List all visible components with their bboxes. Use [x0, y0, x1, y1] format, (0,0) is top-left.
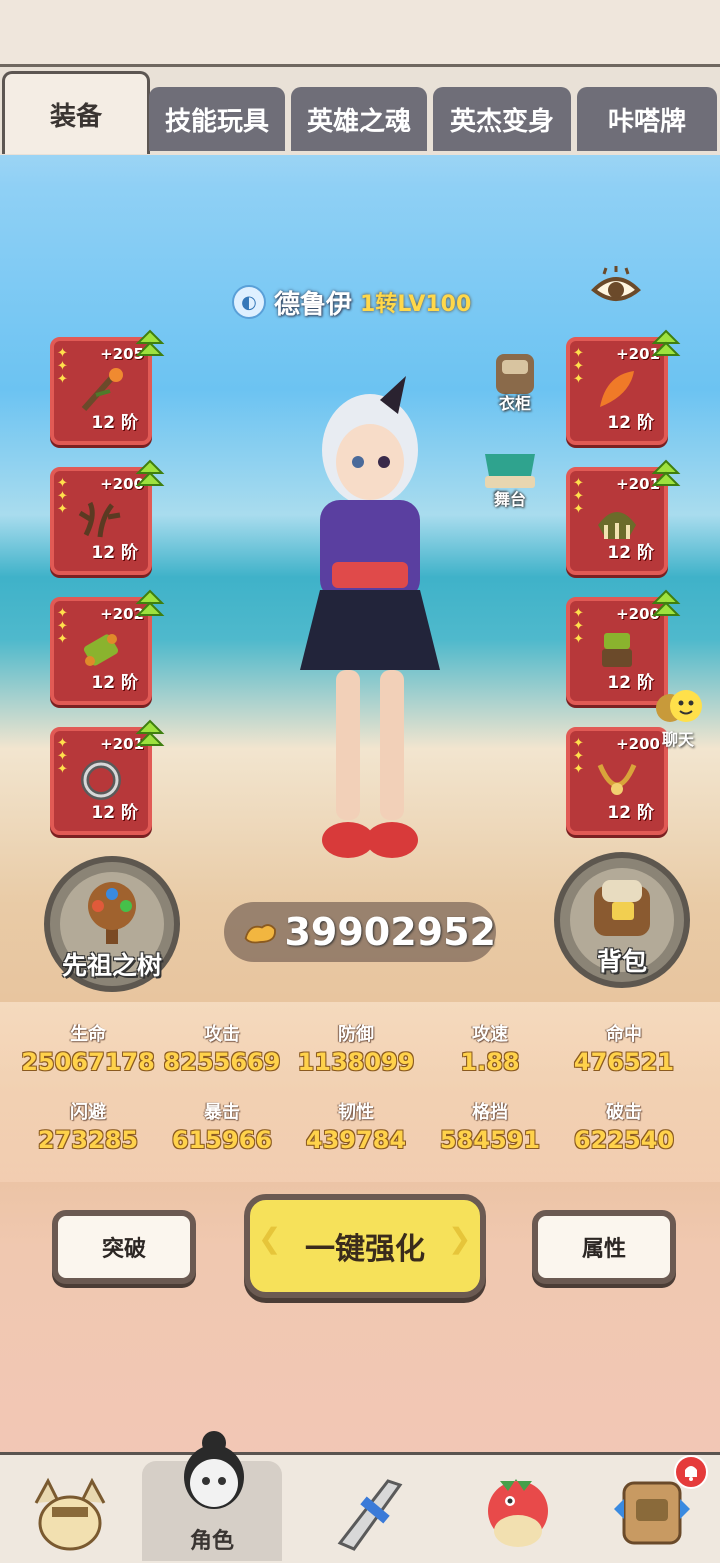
- upgrade-arrow-icon: [651, 589, 681, 616]
- tier-label: 12 阶: [607, 543, 654, 563]
- notification-badge-icon: [674, 1455, 708, 1489]
- tab-equipment[interactable]: 装备: [2, 71, 150, 154]
- stat-hp: 生命 25067178: [21, 1024, 155, 1076]
- tier-label: 12 阶: [607, 673, 654, 693]
- dino-icon: [488, 1479, 548, 1547]
- top-strip: [0, 0, 720, 64]
- nav-weapon[interactable]: [292, 1461, 432, 1561]
- stat-break: 破击 622540: [573, 1102, 675, 1154]
- wardrobe-button[interactable]: 衣柜: [480, 350, 550, 413]
- stage-label: 舞台: [493, 490, 526, 509]
- left-ornament-icon: ❮: [258, 1222, 282, 1255]
- equipment-slot-hat[interactable]: ✦ ✦ ✦ +201 12 阶: [566, 459, 681, 575]
- backpack-icon: [594, 880, 650, 936]
- stat-dodge: 闪避 273285: [37, 1102, 139, 1154]
- wardrobe-label: 衣柜: [498, 394, 531, 413]
- bell-icon: [685, 1466, 697, 1481]
- character-name: 德鲁伊: [274, 289, 353, 320]
- stat-attack: 攻击 8255669: [163, 1024, 281, 1076]
- star-rank: ✦ ✦ ✦: [57, 606, 68, 647]
- tab-skill-toys[interactable]: 技能玩具: [149, 87, 285, 151]
- attributes-button[interactable]: 属性: [532, 1210, 676, 1284]
- stat-accuracy: 命中 476521: [573, 1024, 675, 1076]
- chat-button[interactable]: 聊天: [650, 686, 706, 750]
- tier-label: 12 阶: [607, 413, 654, 433]
- equipment-slot-head[interactable]: ✦ ✦ ✦ +200 12 阶: [50, 459, 165, 575]
- character-avatar[interactable]: [280, 370, 460, 880]
- breakthrough-button[interactable]: 突破: [52, 1210, 196, 1284]
- upgrade-arrow-icon: [135, 459, 165, 486]
- backpack-label: 背包: [596, 947, 647, 976]
- backpack-button[interactable]: 背包: [554, 852, 690, 988]
- one-click-enhance-label: 一键强化: [305, 1232, 425, 1267]
- star-rank: ✦ ✦ ✦: [573, 736, 584, 777]
- combat-power: 39902952: [224, 902, 496, 962]
- upgrade-arrow-icon: [135, 329, 165, 356]
- upgrade-arrow-icon: [651, 459, 681, 486]
- tier-label: 12 阶: [607, 803, 654, 823]
- tree-icon: [88, 882, 136, 944]
- druid-class-icon: ◐: [232, 285, 266, 319]
- nav-character[interactable]: 角色: [142, 1431, 282, 1561]
- tab-card[interactable]: 咔嗒牌: [577, 87, 717, 151]
- character-title: ◐ 德鲁伊 1转LV100: [232, 284, 471, 320]
- equipment-slot-bracer[interactable]: ✦ ✦ ✦ +202 12 阶: [50, 589, 165, 705]
- tier-label: 12 阶: [91, 543, 138, 563]
- ancestor-tree-label: 先祖之树: [61, 951, 162, 980]
- star-rank: ✦ ✦ ✦: [57, 736, 68, 777]
- star-rank: ✦ ✦ ✦: [573, 476, 584, 517]
- combat-power-value: 39902952: [284, 910, 496, 954]
- tier-label: 12 阶: [91, 673, 138, 693]
- stage-button[interactable]: 舞台: [475, 446, 545, 509]
- eye-icon[interactable]: [590, 266, 642, 308]
- nav-totem[interactable]: [588, 1455, 720, 1561]
- beast-icon: [34, 1477, 106, 1551]
- equipment-slot-cape[interactable]: ✦ ✦ ✦ +201 12 阶: [566, 329, 681, 445]
- muscle-icon: [244, 924, 276, 944]
- chat-label: 聊天: [661, 730, 694, 749]
- upgrade-arrow-icon: [651, 329, 681, 356]
- equipment-slot-ring[interactable]: ✦ ✦ ✦ +201 12 阶: [50, 719, 165, 835]
- stat-defense: 防御 1138099: [297, 1024, 415, 1076]
- sword-icon: [337, 1479, 403, 1551]
- tab-hero-transform[interactable]: 英杰变身: [433, 87, 571, 151]
- star-rank: ✦ ✦ ✦: [57, 346, 68, 387]
- tab-hero-soul[interactable]: 英雄之魂: [291, 87, 427, 151]
- tier-label: 12 阶: [91, 413, 138, 433]
- character-level: 1转LV100: [360, 292, 472, 317]
- tier-label: 12 阶: [91, 803, 138, 823]
- character-icon: [184, 1431, 244, 1509]
- stat-critical: 暴击 615966: [171, 1102, 273, 1154]
- star-rank: ✦ ✦ ✦: [57, 476, 68, 517]
- chat-emoji-icon: [656, 690, 702, 722]
- stat-toughness: 韧性 439784: [305, 1102, 407, 1154]
- right-ornament-icon: ❯: [448, 1222, 472, 1255]
- stats-panel: 生命 25067178 攻击 8255669 防御 1138099 攻速 1.88 命中…: [0, 1002, 720, 1182]
- equipment-slot-weapon[interactable]: ✦ ✦ ✦ +205 12 阶: [50, 329, 165, 445]
- nav-pet[interactable]: [440, 1461, 580, 1561]
- ancestor-tree-button[interactable]: 先祖之树: [44, 856, 180, 992]
- nav-beast[interactable]: [0, 1461, 140, 1561]
- star-rank: ✦ ✦ ✦: [573, 346, 584, 387]
- stat-block: 格挡 584591: [439, 1102, 541, 1154]
- star-rank: ✦ ✦ ✦: [573, 606, 584, 647]
- stat-attack-speed: 攻速 1.88: [460, 1024, 520, 1076]
- tab-bar: 装备 技能玩具 英雄之魂 英杰变身 咔嗒牌: [0, 64, 720, 155]
- one-click-enhance-button[interactable]: ❮ 一键强化 ❯: [244, 1194, 486, 1298]
- upgrade-arrow-icon: [135, 719, 165, 746]
- upgrade-arrow-icon: [135, 589, 165, 616]
- bottom-nav: 角色: [0, 1431, 720, 1563]
- nav-character-label: 角色: [189, 1529, 234, 1554]
